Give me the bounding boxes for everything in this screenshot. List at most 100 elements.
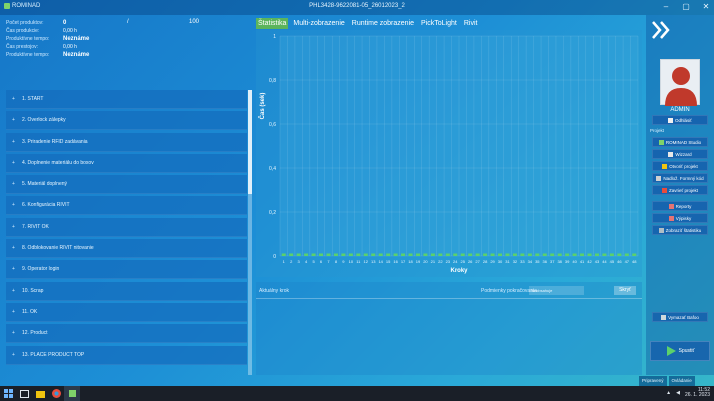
- volume-icon[interactable]: ◀: [676, 390, 680, 396]
- production-stats: Počet produktov: 0 / 100 Čas produkcie: …: [6, 19, 251, 59]
- tab-3[interactable]: PickToLight: [419, 18, 459, 29]
- start-menu-icon[interactable]: [0, 386, 16, 401]
- bar: [594, 253, 599, 256]
- open-project-button[interactable]: Otvoriť projekt: [652, 161, 708, 171]
- bar: [520, 253, 525, 256]
- rominad-taskbar-icon[interactable]: [64, 386, 80, 401]
- studio-icon: [658, 139, 664, 145]
- step-label: 9. Operator login: [22, 266, 60, 273]
- step-item[interactable]: +2. Overlock zálepky: [6, 111, 247, 131]
- project-section-label: Projekt: [650, 128, 665, 133]
- step-item[interactable]: +13. PLACE PRODUCT TOP: [6, 345, 247, 365]
- step-item[interactable]: +6. Konfigurácia RIVIT: [6, 196, 247, 216]
- stat-row: Počet produktov: 0 / 100: [6, 19, 251, 27]
- bar: [304, 253, 309, 256]
- button-label: Vymazať Bafoo: [668, 314, 699, 320]
- step-item[interactable]: +5. Materiál doplnený: [6, 175, 247, 195]
- wizzard-button[interactable]: Wizzard: [652, 149, 708, 159]
- expand-plus-icon[interactable]: +: [12, 352, 22, 358]
- logout-label: Odhlásiť: [675, 117, 692, 123]
- expand-plus-icon[interactable]: +: [12, 160, 22, 166]
- expand-plus-icon[interactable]: +: [12, 117, 22, 123]
- clock[interactable]: 11:52 26. 1. 2023: [685, 388, 710, 398]
- step-list-scrollbar[interactable]: [248, 90, 252, 375]
- x-tick-label: 48: [632, 259, 637, 264]
- expand-plus-icon[interactable]: +: [12, 309, 22, 315]
- bar: [624, 253, 629, 256]
- x-tick-label: 32: [513, 259, 518, 264]
- step-item[interactable]: +11. OK: [6, 302, 247, 322]
- x-tick-label: 22: [438, 259, 443, 264]
- conditions-filter-input[interactable]: Neobsahuje: [529, 286, 584, 295]
- hide-button[interactable]: Skryť: [614, 286, 636, 295]
- stat-value: Neznáme: [63, 52, 90, 58]
- scrollbar-thumb[interactable]: [248, 90, 252, 194]
- x-tick-label: 45: [610, 259, 615, 264]
- x-tick-label: 6: [320, 259, 323, 264]
- x-tick-label: 26: [468, 259, 473, 264]
- network-icon[interactable]: ▲: [666, 390, 671, 396]
- y-tick-label: 0,2: [269, 210, 276, 216]
- maximize-button[interactable]: ▢: [681, 2, 691, 12]
- expand-plus-icon[interactable]: +: [12, 139, 22, 145]
- minimize-button[interactable]: –: [661, 2, 671, 12]
- step-item[interactable]: +8. Odblokovanie RIVIT nitovanie: [6, 239, 247, 259]
- bar: [453, 253, 458, 256]
- logout-button[interactable]: Odhlásiť: [652, 115, 708, 125]
- title-bar: ROMINAD PHL3428-9622081-05_26012023_2 – …: [0, 0, 714, 15]
- divider: [256, 298, 642, 299]
- expand-plus-icon[interactable]: +: [12, 96, 22, 102]
- stat-label: Produktívne tempo:: [6, 52, 50, 58]
- stat-value: 0,00 h: [63, 28, 77, 34]
- load-form-code-button[interactable]: Nadlož. Formný kód: [652, 173, 708, 183]
- expand-plus-icon[interactable]: +: [12, 330, 22, 336]
- x-tick-label: 36: [543, 259, 548, 264]
- step-item[interactable]: +9. Operator login: [6, 260, 247, 280]
- stat-label: Počet produktov:: [6, 20, 44, 26]
- status-control[interactable]: Ovládanie: [668, 376, 695, 386]
- collapse-chevron-icon[interactable]: [650, 18, 672, 42]
- expand-plus-icon[interactable]: +: [12, 202, 22, 208]
- step-label: 8. Odblokovanie RIVIT nitovanie: [22, 245, 94, 252]
- statements-button[interactable]: Výpisky: [652, 213, 708, 223]
- y-tick-label: 0,4: [269, 166, 276, 172]
- tab-4[interactable]: Rivit: [462, 18, 480, 29]
- bar: [498, 253, 503, 256]
- x-tick-label: 18: [408, 259, 413, 264]
- step-item[interactable]: +1. START: [6, 90, 247, 109]
- y-tick-label: 0,6: [269, 122, 276, 128]
- start-button[interactable]: Spustiť: [650, 341, 710, 361]
- expand-plus-icon[interactable]: +: [12, 266, 22, 272]
- step-item[interactable]: +10. Scrap: [6, 281, 247, 301]
- step-item[interactable]: +4. Doplnenie materiálu do boxov: [6, 153, 247, 173]
- step-item[interactable]: +12. Product: [6, 324, 247, 344]
- expand-plus-icon[interactable]: +: [12, 288, 22, 294]
- rominad-studio-button[interactable]: ROMINAD Studio: [652, 137, 708, 147]
- close-project-button[interactable]: Zavrieť projekt: [652, 185, 708, 195]
- step-item[interactable]: +3. Priradenie RFID zadávania: [6, 132, 247, 152]
- tab-2[interactable]: Runtime zobrazenie: [350, 18, 416, 29]
- chrome-icon[interactable]: [48, 386, 64, 401]
- task-view-icon[interactable]: [16, 386, 32, 401]
- tab-0[interactable]: Štatistika: [256, 18, 289, 29]
- step-item[interactable]: +7. RIVIT OK: [6, 217, 247, 237]
- expand-plus-icon[interactable]: +: [12, 181, 22, 187]
- step-label: 3. Priradenie RFID zadávania: [22, 138, 88, 145]
- file-explorer-icon[interactable]: [32, 386, 48, 401]
- current-step-panel: Aktuálny krok Podmienky pokračovania Neo…: [256, 282, 642, 375]
- tab-1[interactable]: Multi-zobrazenie: [291, 18, 346, 29]
- show-statistics-button[interactable]: Zobraziť štatistiku: [652, 225, 708, 235]
- x-tick-label: 9: [342, 259, 345, 264]
- bar: [445, 253, 450, 256]
- expand-plus-icon[interactable]: +: [12, 245, 22, 251]
- close-button[interactable]: ✕: [701, 2, 711, 12]
- button-label: Výpisky: [675, 215, 692, 221]
- x-tick-label: 24: [453, 259, 458, 264]
- bar: [550, 253, 555, 256]
- clear-buffer-button[interactable]: Vymazať Bafoo: [652, 312, 708, 322]
- reports-button[interactable]: Reporty: [652, 201, 708, 211]
- x-tick-label: 34: [528, 259, 533, 264]
- bar: [415, 253, 420, 256]
- expand-plus-icon[interactable]: +: [12, 224, 22, 230]
- button-label: Zavrieť projekt: [669, 187, 698, 193]
